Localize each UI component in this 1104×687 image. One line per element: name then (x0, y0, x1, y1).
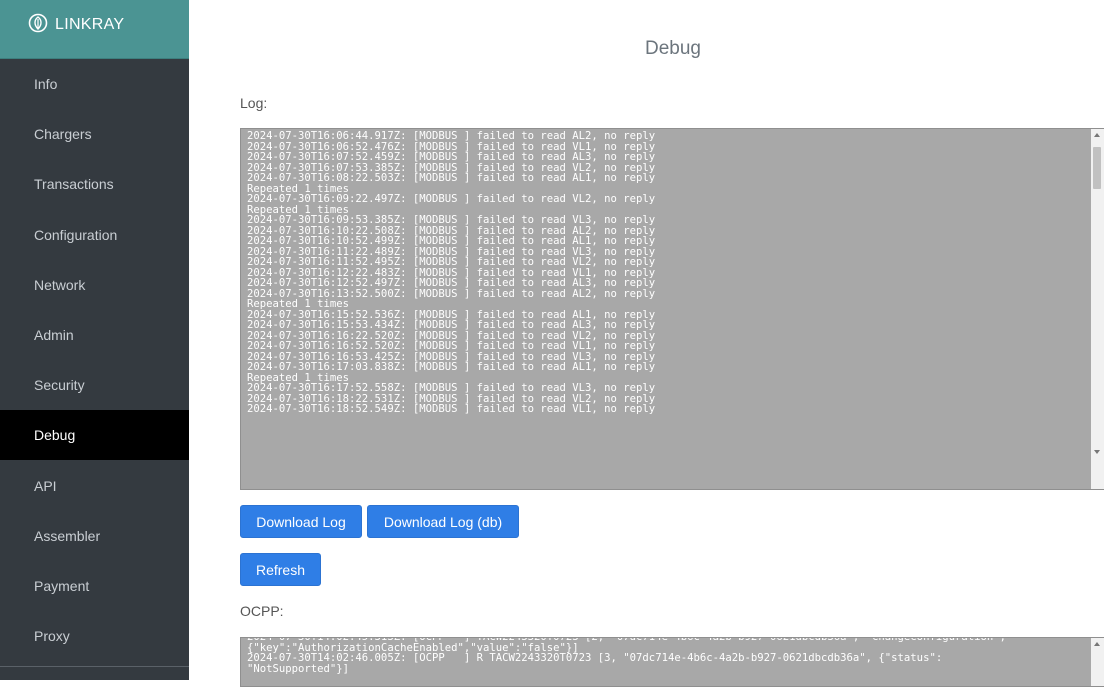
sidebar-item-proxy[interactable]: Proxy (0, 611, 189, 661)
log-label: Log: (240, 95, 268, 111)
sidebar-item-label: Configuration (34, 227, 118, 243)
sidebar-item-assembler[interactable]: Assembler (0, 511, 189, 561)
sidebar-item-security[interactable]: Security (0, 360, 189, 410)
refresh-button[interactable]: Refresh (240, 553, 321, 586)
sidebar-item-label: Debug (34, 427, 76, 443)
ocpp-label: OCPP: (240, 603, 284, 619)
download-log-db-button[interactable]: Download Log (db) (367, 505, 519, 538)
download-log-button[interactable]: Download Log (240, 505, 362, 538)
sidebar-item-label: Admin (34, 327, 74, 343)
sidebar-item-configuration[interactable]: Configuration (0, 210, 189, 260)
sidebar-item-info[interactable]: Info (0, 59, 189, 109)
page-title: Debug (645, 38, 701, 59)
sidebar-item-debug[interactable]: Debug (0, 410, 189, 460)
log-scroll-thumb[interactable] (1093, 147, 1101, 189)
sidebar-divider (0, 666, 189, 667)
ocpp-scrollbar[interactable] (1091, 638, 1104, 686)
sidebar-item-label: API (34, 478, 57, 494)
sidebar-item-payment[interactable]: Payment (0, 561, 189, 611)
ocpp-content: 2024-07-30T14:02:45.313Z: [OCPP ] TACW22… (247, 637, 1006, 675)
sidebar-item-label: Proxy (34, 628, 70, 644)
sidebar-item-chargers[interactable]: Chargers (0, 109, 189, 159)
sidebar-item-admin[interactable]: Admin (0, 310, 189, 360)
sidebar-item-label: Network (34, 277, 86, 293)
sidebar-item-transactions[interactable]: Transactions (0, 159, 189, 209)
log-textarea[interactable]: 2024-07-30T16:06:44.917Z: [MODBUS ] fail… (240, 128, 1104, 490)
leaf-circle-icon (28, 13, 48, 33)
sidebar-item-label: Security (34, 377, 85, 393)
scroll-down-arrow-icon[interactable] (1094, 450, 1100, 454)
scroll-up-arrow-icon[interactable] (1094, 133, 1100, 137)
sidebar-item-label: Payment (34, 578, 90, 594)
sidebar-item-label: Assembler (34, 528, 101, 544)
brand-name: LINKRAY (55, 16, 125, 33)
log-scrollbar[interactable] (1091, 129, 1104, 489)
log-content: 2024-07-30T16:06:44.917Z: [MODBUS ] fail… (247, 130, 656, 415)
sidebar-item-label: Chargers (34, 126, 92, 142)
sidebar-item-network[interactable]: Network (0, 260, 189, 310)
sidebar-item-label: Info (34, 76, 58, 92)
sidebar-item-label: Transactions (34, 176, 114, 192)
brand-header[interactable]: LINKRAY (0, 0, 189, 59)
scroll-up-arrow-icon[interactable] (1094, 642, 1100, 646)
sidebar-item-api[interactable]: API (0, 461, 189, 511)
sidebar: LINKRAY Info Chargers Transactions Configur… (0, 0, 189, 680)
